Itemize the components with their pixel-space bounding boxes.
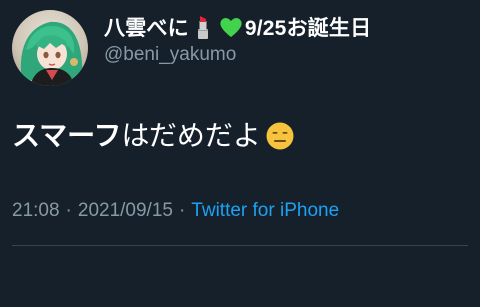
lipstick-icon [190, 14, 216, 40]
green-heart-icon [218, 14, 244, 40]
tweet-time[interactable]: 21:08 [12, 200, 60, 222]
tweet-source-link[interactable]: Twitter for iPhone [191, 200, 339, 222]
display-name-suffix: 9/25お誕生日 [244, 17, 372, 40]
avatar[interactable] [12, 10, 88, 86]
user-handle[interactable]: @beni_yakumo [104, 44, 236, 66]
expressionless-face-icon [265, 121, 295, 151]
divider [12, 245, 468, 246]
meta-separator: · [178, 200, 186, 221]
tweet-text: スマーフ はだめだよ [12, 116, 295, 156]
tweet-meta: 21:08 · 2021/09/15 · Twitter for iPhone [12, 200, 339, 222]
tweet-date[interactable]: 2021/09/15 [78, 200, 173, 222]
meta-separator: · [65, 200, 72, 221]
display-name[interactable]: 八雲べに 9/25お誕生日 [104, 12, 371, 42]
tweet-text-rest: はだめだよ [121, 120, 261, 151]
display-name-prefix: 八雲べに [104, 17, 189, 40]
tweet-card: 八雲べに 9/25お誕生日 @beni_yakumo スマーフ はだめだよ 21… [0, 0, 480, 307]
tweet-text-bold: スマーフ [12, 120, 122, 151]
